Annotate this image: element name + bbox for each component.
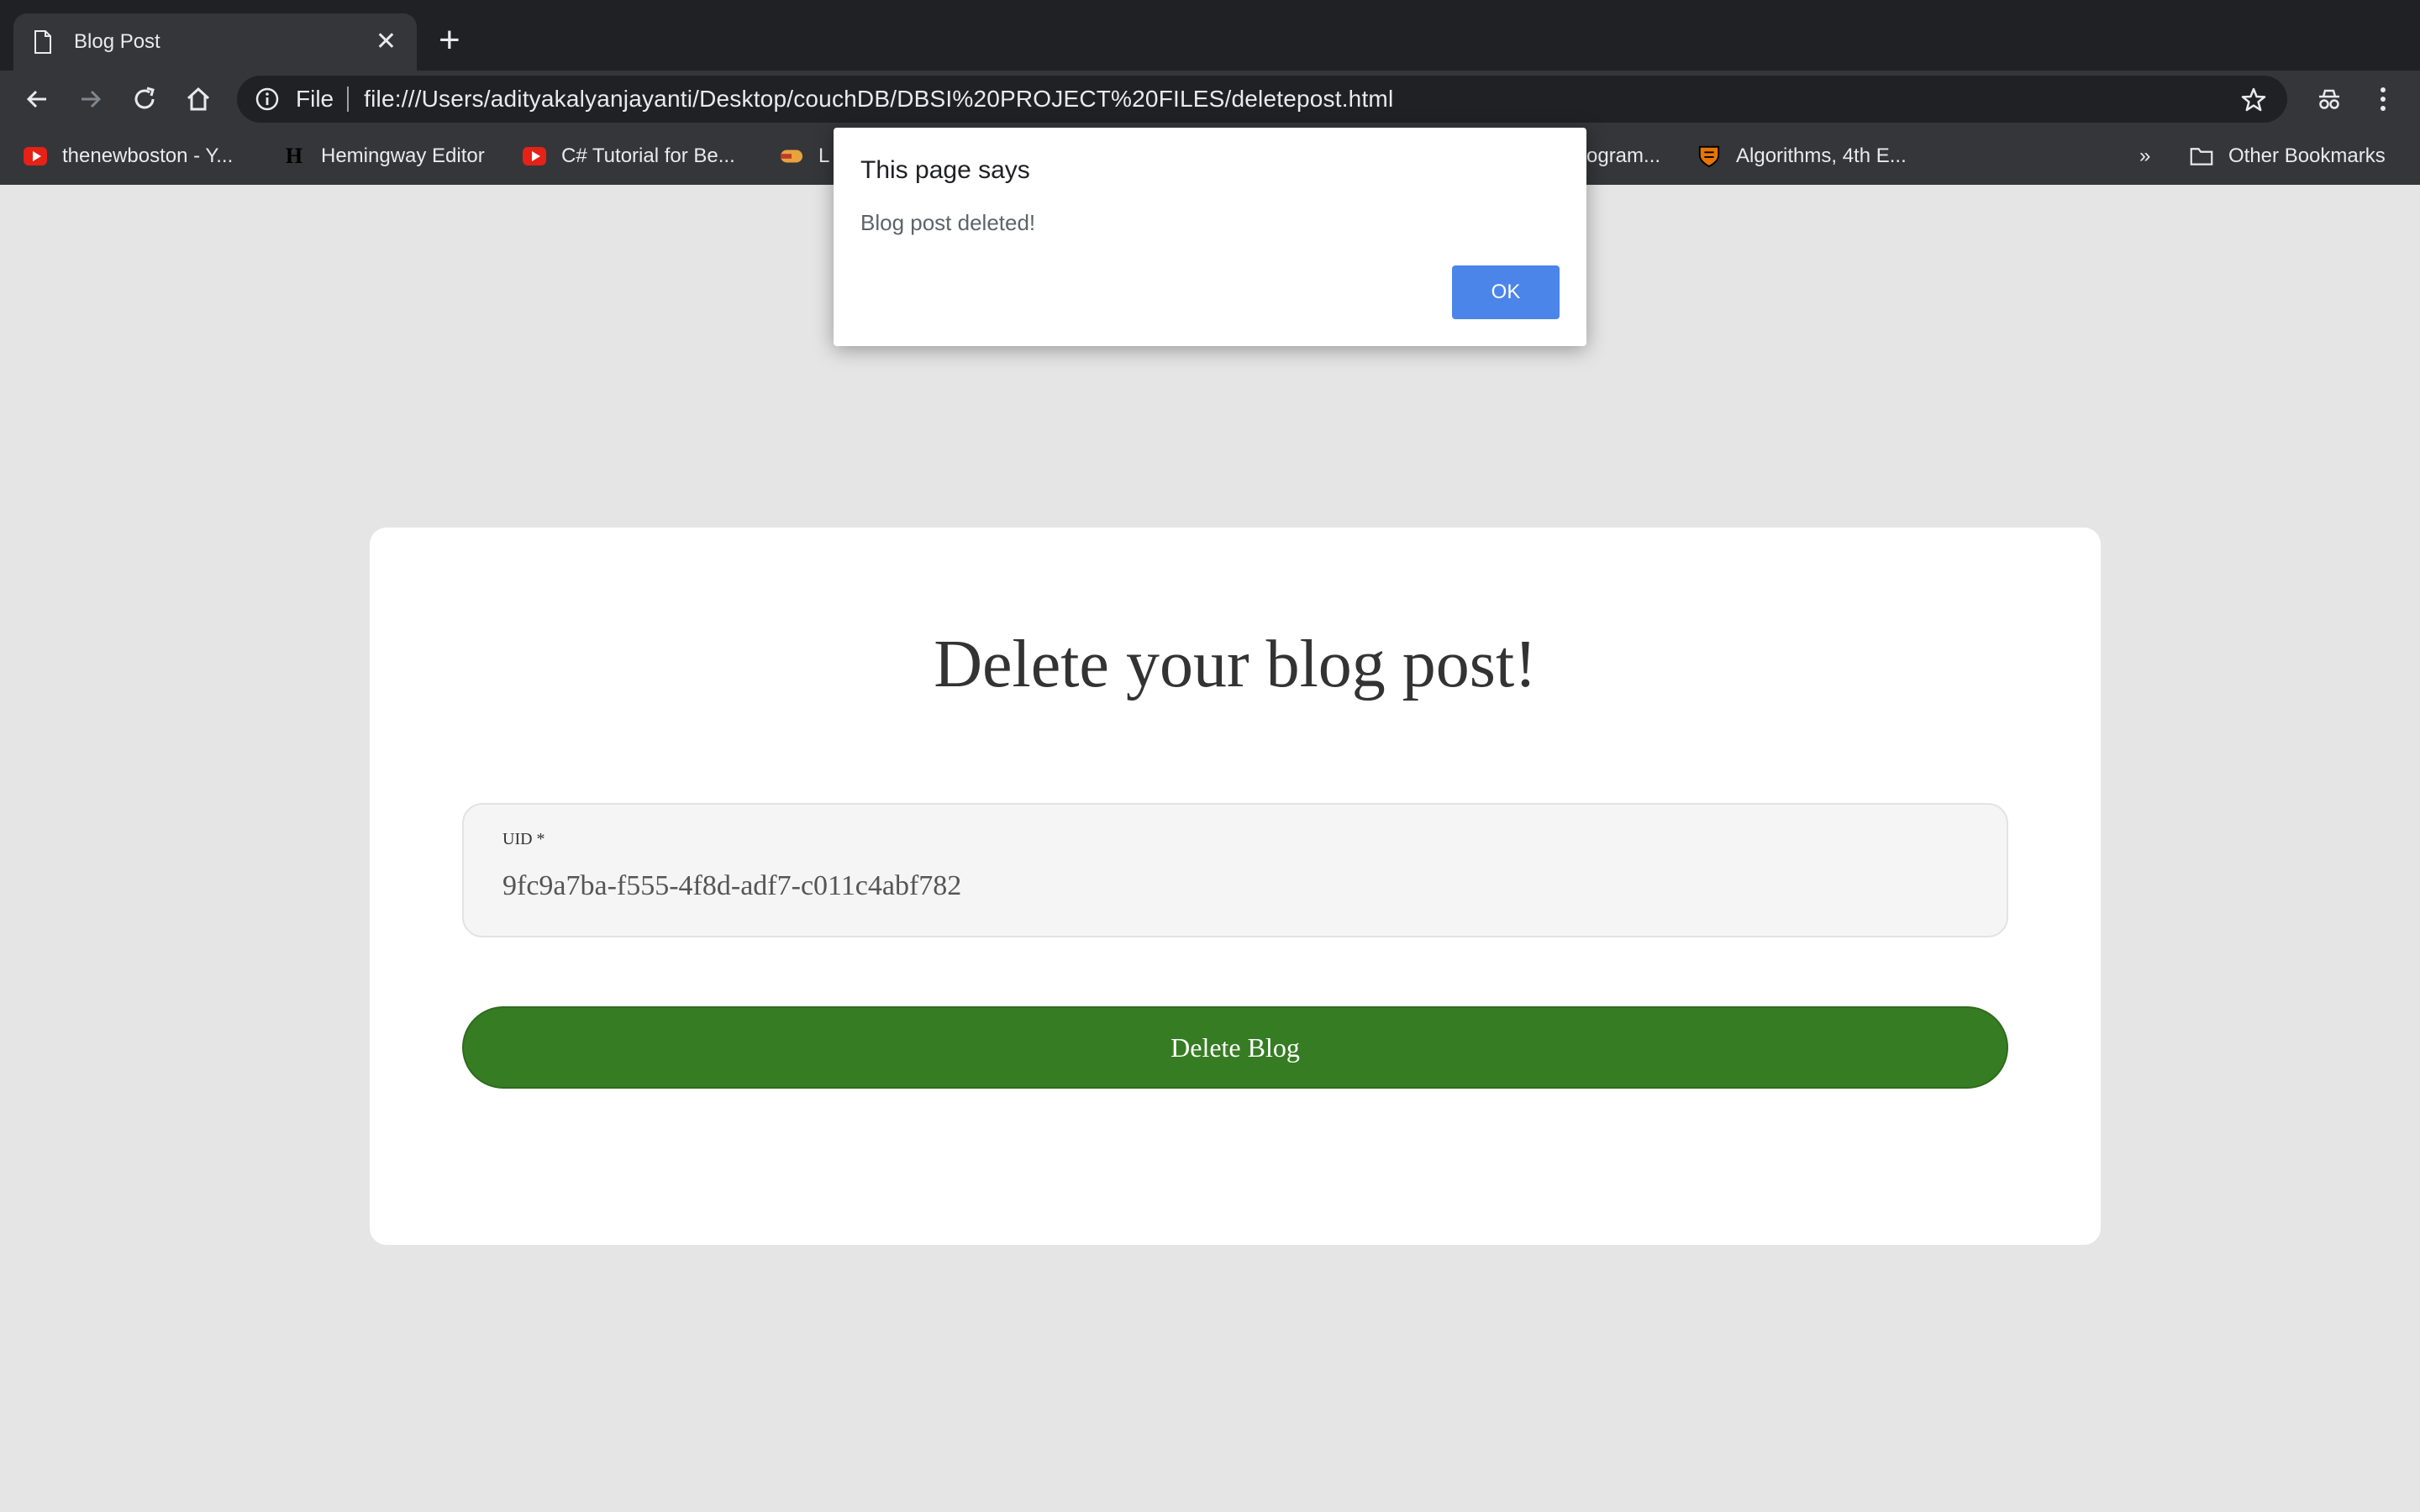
- other-bookmarks-button[interactable]: Other Bookmarks: [2190, 143, 2386, 170]
- kebab-menu-icon: [2381, 87, 2386, 111]
- dialog-ok-button[interactable]: OK: [1452, 265, 1560, 319]
- page-viewport: Delete your blog post! UID * 9fc9a7ba-f5…: [13, 197, 2420, 1512]
- bookmark-star-icon[interactable]: [2240, 87, 2267, 113]
- incognito-button[interactable]: [2314, 84, 2344, 114]
- menu-button[interactable]: [2368, 84, 2398, 114]
- bookmark-label: rogram...: [1580, 144, 1661, 167]
- bookmark-programming[interactable]: rogram...: [1580, 143, 1660, 170]
- uid-label: UID *: [502, 830, 545, 848]
- uid-input[interactable]: 9fc9a7ba-f555-4f8d-adf7-c011c4abf782: [502, 870, 961, 902]
- forward-arrow-icon: [82, 90, 102, 108]
- youtube-icon: [24, 144, 47, 168]
- dialog-title: This page says: [860, 156, 1030, 184]
- bookmark-label: L: [818, 144, 830, 167]
- bookmark-csharp-tutorial[interactable]: C# Tutorial for Be...: [523, 143, 735, 170]
- reload-button[interactable]: [129, 84, 160, 114]
- page-icon: [34, 30, 51, 54]
- bookmark-label: thenewboston - Y...: [62, 144, 234, 167]
- bookmark-algorithms[interactable]: Algorithms, 4th E...: [1697, 143, 1907, 170]
- delete-blog-button[interactable]: Delete Blog: [462, 1006, 2008, 1089]
- alert-dialog: This page says Blog post deleted! OK: [834, 128, 1586, 346]
- bookmark-partial[interactable]: L: [780, 143, 829, 170]
- back-button[interactable]: [22, 84, 52, 114]
- bookmark-label: C# Tutorial for Be...: [561, 144, 735, 167]
- address-bar[interactable]: File file:///Users/adityakalyanjayanti/D…: [237, 76, 2287, 123]
- princeton-icon: [1697, 144, 1721, 168]
- home-icon: [187, 87, 210, 111]
- bookmark-icon: [780, 144, 803, 168]
- browser-toolbar: File file:///Users/adityakalyanjayanti/D…: [0, 71, 2420, 128]
- bookmark-hemingway-editor[interactable]: H Hemingway Editor: [282, 143, 485, 170]
- bookmark-thenewboston[interactable]: thenewboston - Y...: [24, 143, 233, 170]
- delete-post-card: Delete your blog post! UID * 9fc9a7ba-f5…: [370, 528, 2101, 1245]
- tab-title: Blog Post: [74, 30, 160, 53]
- chevron-double-right-icon: »: [2139, 144, 2151, 167]
- bookmark-label: Hemingway Editor: [321, 144, 485, 167]
- new-tab-button[interactable]: +: [439, 22, 460, 59]
- folder-icon: [2190, 144, 2213, 168]
- page-title: Delete your blog post!: [934, 627, 1537, 701]
- other-bookmarks-label: Other Bookmarks: [2228, 144, 2386, 167]
- tab-strip: Blog Post ✕ +: [0, 0, 2420, 71]
- back-arrow-icon: [26, 90, 46, 108]
- url-text[interactable]: file:///Users/adityakalyanjayanti/Deskto…: [364, 86, 1393, 113]
- bookmarks-overflow-button[interactable]: »: [2139, 143, 2150, 170]
- uid-field[interactable]: UID * 9fc9a7ba-f555-4f8d-adf7-c011c4abf7…: [462, 803, 2008, 937]
- dialog-message: Blog post deleted!: [860, 210, 1036, 235]
- youtube-icon: [523, 144, 546, 168]
- url-scheme-label: File: [296, 86, 334, 112]
- forward-button[interactable]: [76, 84, 106, 114]
- info-icon[interactable]: [255, 87, 279, 111]
- home-button[interactable]: [183, 84, 213, 114]
- tab-blog-post[interactable]: Blog Post ✕: [13, 13, 417, 71]
- omnibox-separator: [347, 87, 350, 112]
- close-tab-icon[interactable]: ✕: [376, 29, 397, 55]
- reload-icon: [134, 87, 155, 109]
- bookmark-label: Algorithms, 4th E...: [1736, 144, 1907, 167]
- incognito-icon: [2319, 89, 2339, 109]
- hemingway-icon: H: [282, 144, 306, 168]
